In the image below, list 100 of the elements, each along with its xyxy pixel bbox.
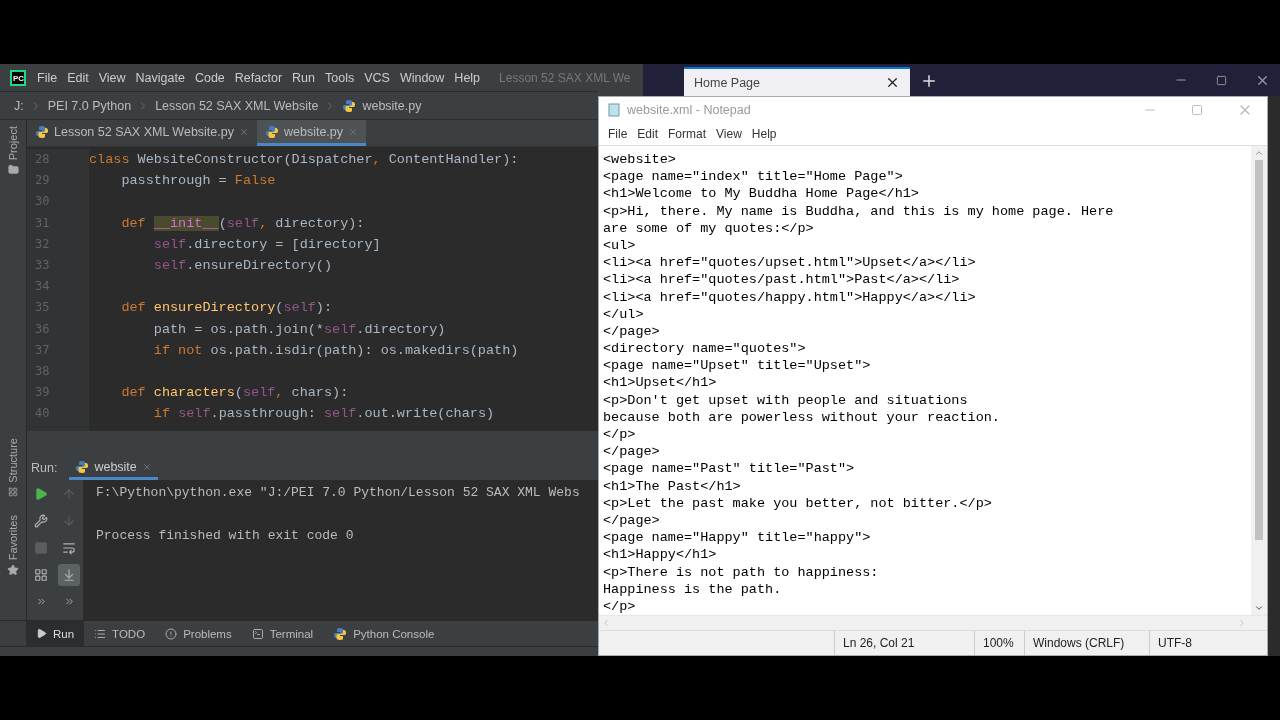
window-title: website.xml - Notepad <box>627 103 751 117</box>
menu-item[interactable]: File <box>603 127 633 141</box>
tool-window-tab[interactable]: TODO <box>84 621 156 646</box>
text-line: <li><a href="quotes/happy.html">Happy</a></li> <box>603 288 976 306</box>
text-line: <p>Let the past make you better, not bitter.</p> <box>603 494 992 512</box>
text-line: </page> <box>603 322 660 341</box>
text-line: <website> <box>603 151 676 169</box>
menu-item[interactable]: Code <box>189 70 230 85</box>
editor-tab[interactable]: website.py <box>256 120 367 146</box>
text-line: <li><a href="quotes/past.html">Past</a></li> <box>603 271 960 289</box>
scroll-right-icon[interactable] <box>1237 618 1247 628</box>
text-line: <h1>Welcome to My Buddha Home Page</h1> <box>603 185 919 203</box>
play-icon <box>36 628 47 639</box>
text-line: <page name="index" title="Home Page"> <box>603 168 903 186</box>
menu-item[interactable]: Edit <box>62 70 94 85</box>
breadcrumb[interactable]: PEI 7.0 Python <box>47 98 132 113</box>
maximize-icon <box>1216 74 1227 86</box>
code-line: def characters(self, chars): <box>120 384 349 403</box>
python-icon <box>342 98 357 113</box>
terminal-icon <box>251 627 264 640</box>
menu-item[interactable]: File <box>32 70 63 85</box>
menu-item[interactable]: View <box>711 127 747 141</box>
editor-tab[interactable]: Lesson 52 SAX XML Website.py <box>27 120 257 146</box>
breadcrumb[interactable]: website.py <box>362 98 422 113</box>
side-tab[interactable]: Favorites <box>7 514 19 560</box>
browser-tab[interactable]: Home Page <box>684 67 910 96</box>
menu-item[interactable]: Edit <box>632 127 664 141</box>
text-line: are some of my quotes:</p> <box>603 219 814 237</box>
text-line: <page name="Past" title="Past"> <box>603 460 855 478</box>
menu-item[interactable]: Refactor <box>229 70 288 85</box>
console-output: Process finished with exit code 0 <box>96 526 354 545</box>
menu-item[interactable]: VCS <box>359 70 395 85</box>
text-line: <p>There is not path to happiness: <box>603 563 879 581</box>
maximize-button[interactable] <box>1191 104 1203 116</box>
horizontal-scrollbar[interactable] <box>599 615 1267 630</box>
breadcrumb[interactable]: Lesson 52 SAX XML Website <box>155 98 319 113</box>
code-line: self.ensureDirectory() <box>152 256 333 275</box>
stop-icon <box>34 540 48 555</box>
side-tab[interactable]: Project <box>7 126 19 161</box>
code-line: self.directory = [directory] <box>152 235 381 254</box>
close-icon[interactable] <box>885 75 900 90</box>
window-title: Lesson 52 SAX XML We <box>499 70 631 85</box>
menu-item[interactable]: Window <box>394 70 450 85</box>
menu-item[interactable]: Help <box>449 70 486 85</box>
status-field: UTF-8 <box>1149 631 1267 655</box>
wrench-icon <box>34 513 48 528</box>
star-icon <box>7 564 19 576</box>
text-line: because both are powerless without your reaction. <box>603 408 1000 426</box>
code-line: def ensureDirectory(self): <box>120 299 333 318</box>
scroll-down-icon[interactable] <box>1254 603 1264 613</box>
scrollbar-thumb[interactable] <box>1255 160 1263 540</box>
text-line: </page> <box>603 511 660 530</box>
menu-item[interactable]: View <box>93 70 131 85</box>
text-line: </p> <box>603 426 636 444</box>
app-logo: PC <box>10 69 26 86</box>
maximize-icon <box>1191 104 1203 116</box>
down-arrow-icon <box>62 513 76 528</box>
menu-item[interactable]: Navigate <box>130 70 190 85</box>
text-line: <directory name="quotes"> <box>603 340 806 358</box>
maximize-button[interactable] <box>1216 74 1227 86</box>
text-line: <h1>The Past</h1> <box>603 477 741 495</box>
python-icon <box>75 459 90 474</box>
text-line: <p>Don't get upset with people and situations <box>603 391 968 409</box>
tool-window-tab[interactable]: Terminal <box>241 621 324 646</box>
more-icon <box>35 596 47 607</box>
scroll-up-icon[interactable] <box>1254 148 1264 158</box>
code-line: if self.passthrough: self.out.write(chars) <box>152 405 495 424</box>
run-label: Run: <box>31 461 58 475</box>
tool-window-tab[interactable]: Run <box>26 621 85 646</box>
text-line: </p> <box>603 597 636 616</box>
tool-window-tab[interactable]: Python Console <box>323 621 445 646</box>
status-field: Windows (CRLF) <box>1024 631 1149 655</box>
python-icon <box>35 124 49 139</box>
vertical-scrollbar[interactable] <box>1251 146 1267 615</box>
text-line: </page> <box>603 443 660 461</box>
console-output: F:\Python\python.exe "J:/PEI 7.0 Python/Lesson 52 SAX XML Webs <box>96 484 580 502</box>
code-line: passthrough = False <box>120 172 276 191</box>
alert-icon <box>165 627 178 640</box>
notepad-icon <box>607 103 621 117</box>
scroll-to-end-button[interactable] <box>58 563 80 586</box>
scroll-left-icon[interactable] <box>601 618 611 628</box>
python-console-icon <box>333 626 348 641</box>
folder-icon <box>7 164 19 176</box>
text-line: Happiness is the path. <box>603 580 782 598</box>
text-line: <h1>Upset</h1> <box>603 374 717 392</box>
code-line: class WebsiteConstructor(Dispatcher, ContentHandler): <box>89 151 519 169</box>
code-line: if not os.path.isdir(path): os.makedirs(path) <box>152 341 519 360</box>
wrap-icon <box>62 540 76 555</box>
scroll-to-end-icon <box>62 567 76 582</box>
menu-item[interactable]: Format <box>663 127 712 141</box>
text-line: <li><a href="quotes/upset.html">Upset</a></li> <box>603 254 976 272</box>
menu-item[interactable]: Tools <box>320 70 360 85</box>
code-line: path = os.path.join(*self.directory) <box>152 320 446 339</box>
menu-item[interactable]: Run <box>287 70 320 85</box>
tool-window-tab[interactable]: Problems <box>155 621 242 646</box>
run-icon <box>34 486 48 501</box>
menu-item[interactable]: Help <box>746 127 782 141</box>
more-icon <box>63 596 75 607</box>
breadcrumb[interactable]: J: <box>14 98 24 113</box>
side-tab[interactable]: Structure <box>7 438 19 483</box>
